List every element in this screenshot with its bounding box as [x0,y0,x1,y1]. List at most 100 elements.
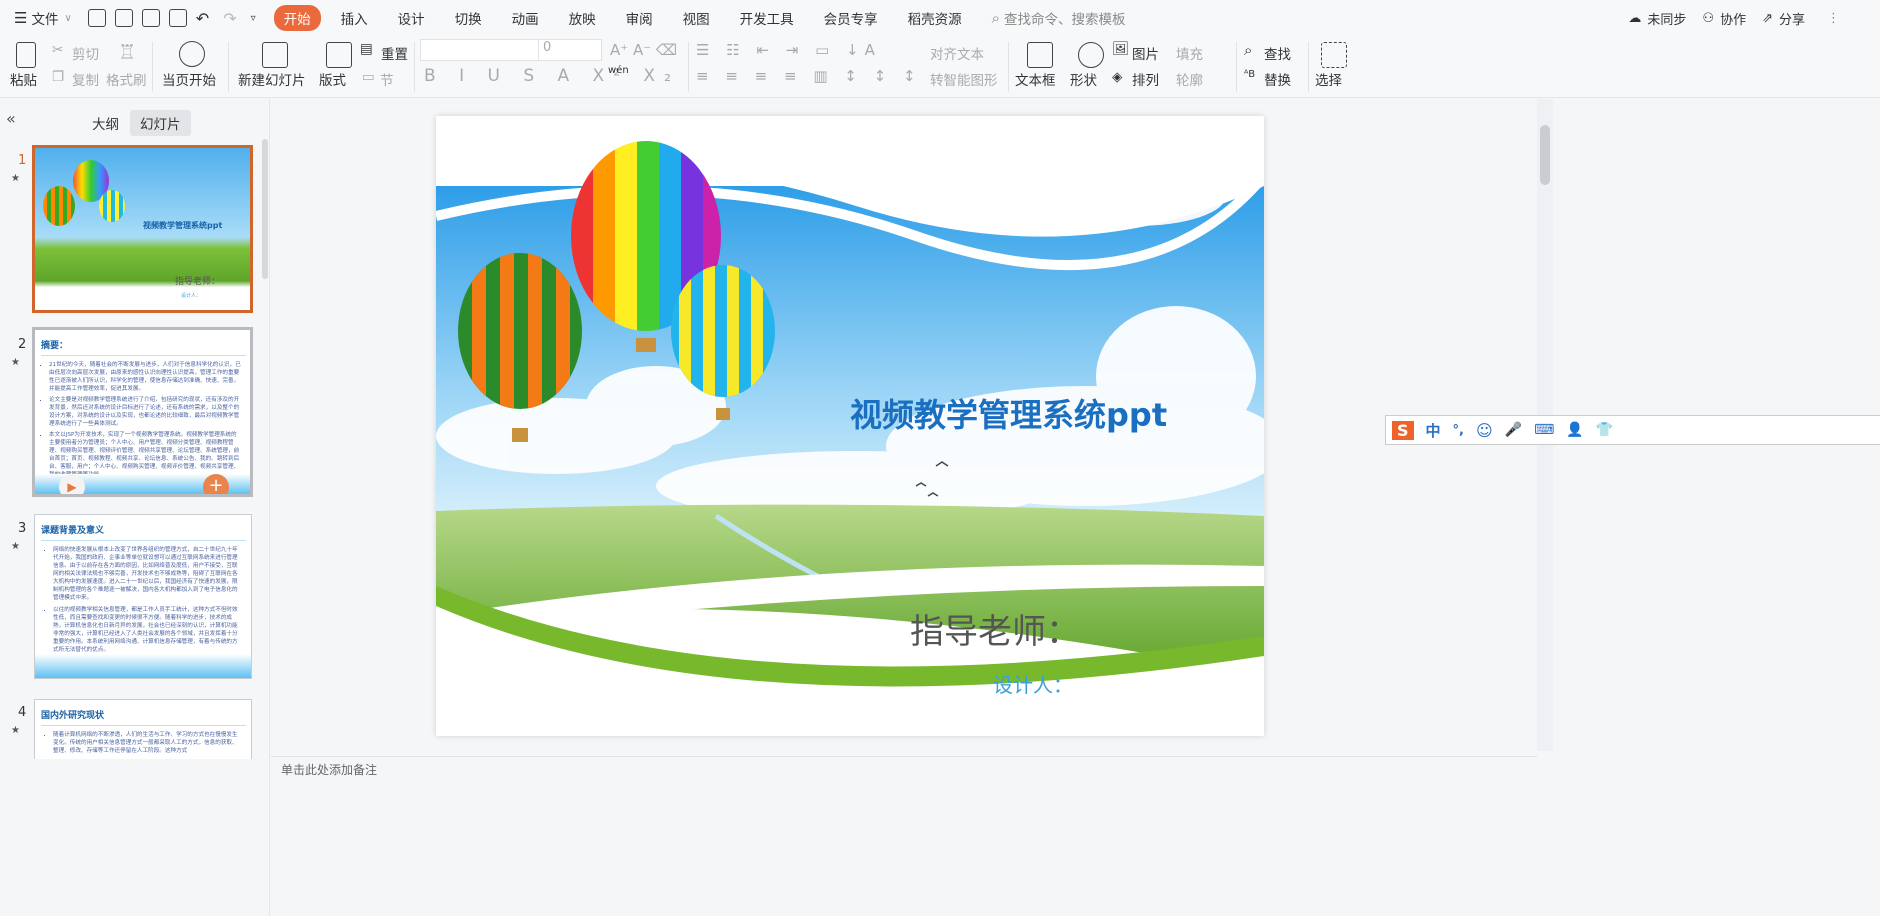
format-painter-button[interactable]: 格式刷 [106,69,147,89]
align-text-button[interactable]: 对齐文本 [930,43,984,63]
slide-title[interactable]: 视频教学管理系统ppt [850,390,1167,436]
find-icon: ⌕ [1244,41,1253,59]
reset-button[interactable]: 重置 [381,43,408,63]
smart-art-button[interactable]: 转智能图形 [930,69,998,89]
export-icon[interactable] [114,9,133,27]
user-add-icon: ⚇ [1702,10,1715,26]
find-button[interactable]: 查找 [1264,43,1291,63]
sync-status[interactable]: 未同步 [1647,9,1686,28]
font-size-select[interactable]: 0 [538,39,602,61]
shape-icon[interactable] [1078,42,1104,68]
collapse-panel-icon[interactable]: « [6,109,16,128]
new-slide-button[interactable]: 新建幻灯片 [238,69,306,89]
list-icons[interactable]: ☰ ☷ ⇤ ⇥ ▭ ↓A [696,41,881,59]
font-name-select[interactable] [420,39,540,61]
more-icon[interactable]: ⋮ [1827,11,1840,26]
slide-canvas[interactable]: 视频教学管理系统ppt 指导老师： 设计人： [434,116,1286,736]
tab-view[interactable]: 视图 [683,8,710,28]
print-preview-icon[interactable] [168,9,187,27]
copy-button[interactable]: 复制 [72,69,99,89]
animation-star-icon: ★ [11,541,20,552]
replace-button[interactable]: 替换 [1264,69,1291,89]
textbox-button[interactable]: 文本框 [1015,69,1056,89]
outline-button[interactable]: 轮廓 [1176,69,1203,89]
microphone-icon[interactable]: 🎤 [1505,422,1522,438]
tab-home[interactable]: 开始 [273,5,321,31]
slide-designer-label[interactable]: 设计人： [993,669,1073,698]
animation-star-icon: ★ [11,173,20,184]
play-icon[interactable] [179,41,205,67]
select-button[interactable]: 选择 [1315,69,1342,89]
file-menu[interactable]: 文件 [31,8,58,28]
animation-star-icon: ★ [11,357,20,368]
chevron-down-icon[interactable]: ∨ [64,13,71,24]
slide-teacher-label[interactable]: 指导老师： [910,604,1080,653]
new-slide-icon[interactable] [262,42,288,68]
tab-slides[interactable]: 幻灯片 [130,110,191,136]
paste-button[interactable]: 粘贴 [10,69,37,89]
play-slide-icon[interactable]: ▶ [59,474,85,494]
cut-button[interactable]: 剪切 [72,43,99,63]
scroll-thumb[interactable] [1540,125,1550,185]
tab-transitions[interactable]: 切换 [455,8,482,28]
text-format-icons[interactable]: B I U S A X² X₂ [424,66,680,86]
panel-scrollbar[interactable] [262,139,268,279]
tab-member[interactable]: 会员专享 [824,8,878,28]
slide-thumbnail-4[interactable]: 国内外研究现状 随着计算机网络的不断渗透，人们的生活与工作、学习的方式也在慢慢发… [34,699,252,759]
emoji-icon[interactable]: ☺ [1476,421,1493,440]
cut-icon: ✂ [52,42,64,58]
paste-icon[interactable] [16,42,36,68]
picture-button[interactable]: 图片 [1132,43,1159,63]
skin-icon[interactable]: 👕 [1596,422,1613,438]
ime-toolbar: S 中 °, ☺ 🎤 ⌨ 👤 👕 [1385,415,1880,445]
slide-thumbnail-1[interactable]: 视频教学管理系统ppt 指导老师： 设计人： [32,145,253,313]
slide-thumbnail-3[interactable]: 课题背景及意义 网络的快速发展从根本上改变了世界各组织的管理方式，自二十世纪九十… [34,514,252,679]
slide-thumbnail-2[interactable]: 摘要： 21世纪的今天，随着社会的不断发展与进步，人们对于信息科学化的认识，已由… [32,327,253,497]
replace-icon: ᴬB [1244,69,1256,80]
notes-pane[interactable]: 单击此处添加备注 [271,756,1537,916]
ime-mode-toggle[interactable]: 中 [1426,420,1441,441]
tab-developer[interactable]: 开发工具 [740,8,794,28]
slide-number: 3 [18,521,27,536]
ime-punct-toggle[interactable]: °, [1453,423,1464,438]
shape-button[interactable]: 形状 [1070,69,1097,89]
tab-docer[interactable]: 稻壳资源 [908,8,962,28]
tab-design[interactable]: 设计 [398,8,425,28]
collab-button[interactable]: 协作 [1720,9,1746,28]
picture-icon: 🖼 [1112,41,1130,57]
title-bar: ☰ 文件 ∨ ↶ ↷ ▿ 开始 插入 设计 切换 动画 放映 审阅 视图 开发工… [0,0,1880,36]
layout-icon[interactable] [326,42,352,68]
notes-placeholder[interactable]: 单击此处添加备注 [281,761,377,778]
redo-icon[interactable]: ↷ [223,9,236,28]
tab-outline[interactable]: 大纲 [92,113,119,133]
customize-quick-access-icon[interactable]: ▿ [251,13,256,24]
command-search[interactable]: 查找命令、搜索模板 [1004,8,1126,28]
tab-slideshow[interactable]: 放映 [569,8,596,28]
menu-icon[interactable]: ☰ [14,9,27,27]
section-button[interactable]: 节 [380,69,394,89]
slide-number: 4 [18,705,27,720]
print-icon[interactable] [141,9,160,27]
reset-icon: ▤ [360,41,373,57]
fill-button[interactable]: 填充 [1176,43,1203,63]
textbox-icon[interactable] [1027,42,1053,68]
layout-button[interactable]: 版式 [319,69,346,89]
tab-animations[interactable]: 动画 [512,8,539,28]
select-icon[interactable] [1321,42,1347,68]
align-icons[interactable]: ≡ ≡ ≡ ≡ ▥ ↕ ↕ ↕ [696,67,922,85]
undo-icon[interactable]: ↶ [196,9,209,28]
pinyin-button[interactable]: wén [608,65,629,76]
keyboard-icon[interactable]: ⌨ [1534,422,1554,438]
add-slide-icon[interactable]: + [203,474,229,494]
share-button[interactable]: 分享 [1779,9,1805,28]
section-icon: ▭ [362,69,375,85]
tab-review[interactable]: 审阅 [626,8,653,28]
tab-insert[interactable]: 插入 [341,8,368,28]
arrange-button[interactable]: 排列 [1132,69,1159,89]
font-size-controls-icon[interactable]: A⁺ A⁻ ⌫ [610,41,677,59]
search-icon: ⌕ [991,9,1001,27]
sogou-logo-icon[interactable]: S [1392,420,1414,440]
user-icon[interactable]: 👤 [1566,422,1583,438]
play-from-current-button[interactable]: 当页开始 [162,69,216,89]
save-icon[interactable] [87,9,106,27]
